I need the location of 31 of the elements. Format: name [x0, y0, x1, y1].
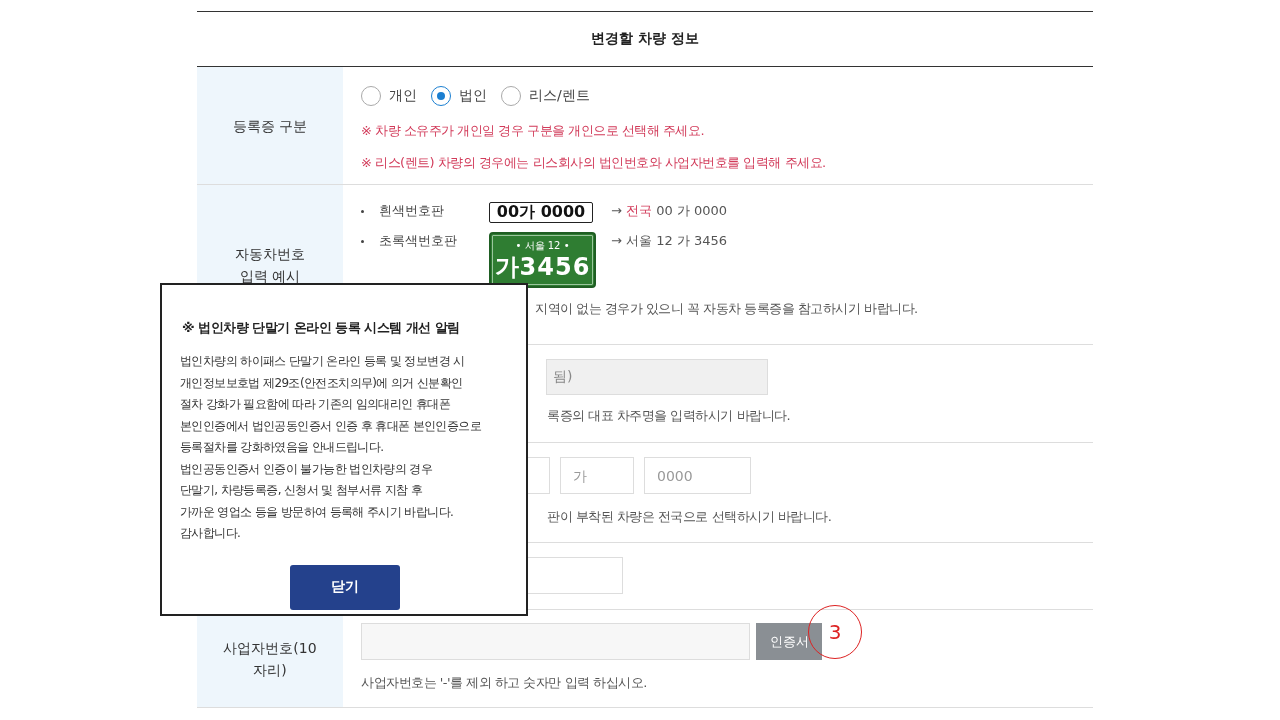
plate-example: • 서울 12 • 가3456 [489, 232, 596, 288]
hint-text: 판이 부착된 차량은 전국으로 선택하시기 바랍니다. [547, 508, 833, 526]
input-field[interactable] [528, 557, 623, 594]
radio-button[interactable] [431, 86, 451, 106]
example-result: → 서울 12 가 3456 [611, 232, 728, 250]
radio-option[interactable]: 리스/렌트 [501, 86, 590, 106]
radio-button[interactable] [361, 86, 381, 106]
radio-option[interactable]: 개인 [361, 86, 417, 106]
input-field[interactable]: 0000 [644, 457, 751, 494]
business-number-field[interactable] [361, 623, 750, 660]
plate-example: 00가 0000 [489, 202, 593, 223]
example-label: 흰색번호판 [379, 202, 445, 220]
input-field[interactable]: 가 [560, 457, 634, 494]
dialog-title: ※ 법인차량 단말기 온라인 등록 시스템 개선 알림 [182, 319, 460, 337]
radio-option[interactable]: 법인 [431, 86, 487, 106]
notice-text: ※ 리스(렌트) 차량의 경우에는 리스회사의 법인번호와 사업자번호를 입력해 주세요. [361, 154, 827, 172]
close-button[interactable]: 닫기 [290, 564, 400, 610]
section-title: 변경할 차량 정보 [591, 30, 699, 48]
field-label: 사업자번호(10자리) [222, 638, 318, 680]
example-result: → 전국 00 가 0000 [611, 202, 728, 220]
bullet-icon [361, 210, 364, 213]
notice-text: ※ 차량 소유주가 개인일 경우 구분을 개인으로 선택해 주세요. [361, 122, 706, 140]
field-label: 자동차번호 입력 예시 [235, 244, 305, 286]
bullet-icon [361, 240, 364, 243]
radio-button[interactable] [501, 86, 521, 106]
dialog-message: 법인차량의 하이패스 단말기 온라인 등록 및 정보변경 시 개인정보보호법 제29조(안전조치의무)에 의거 신분확인 절차 강화가 필요함에 따라 기존의 임의대리인 휴대폰 본인인증에서 법인공동인증서 인증 후 휴대폰 본인인증으로 등록절차를 강화하였음을 안내드립니다. 법인공동인증서 인증이 불가능한 법인차량의 경우 단말기, 차량등록증, 신청서 및 첨부서류 지참 후 가까운 영업소 등을 방문하여 등록해 주시기 바랍니다. 감사합니다. [180, 353, 482, 542]
hint-text: 사업자번호는 '-'를 제외 하고 숫자만 입력 하십시오. [361, 674, 648, 692]
field-label: 등록증 구분 [232, 116, 308, 136]
example-label: 초록색번호판 [379, 232, 458, 250]
hint-text: 지역이 없는 경우가 있으니 꼭 자동차 등록증을 참고하시기 바랍니다. [535, 300, 919, 318]
hint-text: 록증의 대표 차주명을 입력하시기 바랍니다. [547, 407, 792, 425]
